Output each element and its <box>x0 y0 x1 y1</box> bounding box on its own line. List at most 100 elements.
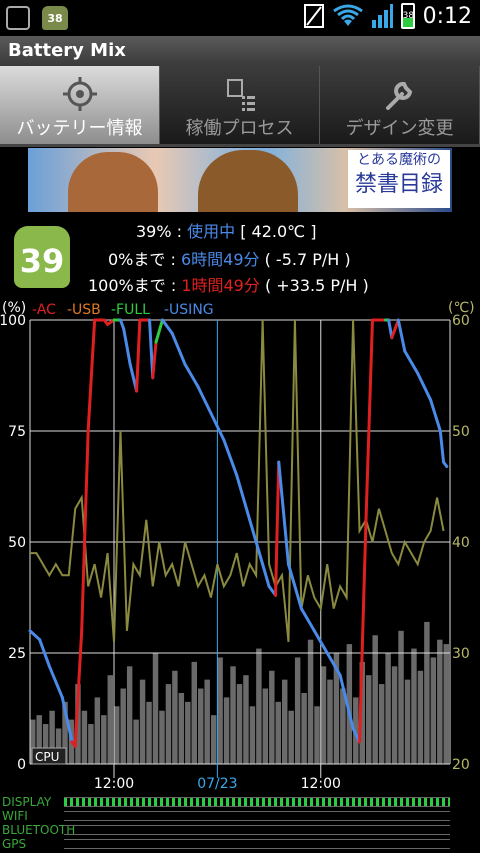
battery-using-segment <box>235 473 252 522</box>
cpu-bar <box>411 648 417 764</box>
cpu-bar <box>372 635 378 764</box>
legend-item: -FULL <box>111 302 150 318</box>
battery-ac-segment <box>135 318 142 393</box>
cpu-bar <box>391 666 398 764</box>
battery-using-segment <box>196 385 213 415</box>
status-bar: 38 38 0:12 <box>0 0 480 36</box>
title-bar: Battery Mix <box>0 36 480 66</box>
battery-using-segment <box>222 438 239 477</box>
cpu-bar <box>385 653 391 764</box>
battery-using-segment <box>160 318 174 335</box>
cpu-bar <box>165 684 172 764</box>
tab-bar: バッテリー情報 稼働プロセス デザイン変更 <box>0 66 480 147</box>
battery-level-line <box>28 318 449 748</box>
cpu-bars <box>30 621 449 764</box>
battery-using-segment <box>261 562 271 588</box>
cpu-bar <box>185 701 191 764</box>
cpu-bar <box>262 688 269 764</box>
battery-status-icon: 38 <box>400 3 415 29</box>
cpu-bar <box>217 657 223 764</box>
cpu-bar <box>178 692 185 764</box>
cpu-bar <box>133 719 139 764</box>
x-tick-label: 12:00 <box>94 776 134 792</box>
display-row-label: DISPLAY <box>2 795 52 809</box>
gps-row-label: GPS <box>2 837 27 851</box>
legend-item: -USB <box>67 302 101 318</box>
temp-tick-label: 40 <box>452 535 470 551</box>
battery-using-segment <box>442 460 449 469</box>
legend-item: -USING <box>164 302 214 318</box>
alarm-notification-icon <box>6 6 30 30</box>
wifi-row-label: WIFI <box>2 809 28 823</box>
banner-ad[interactable]: とある魔術の 禁書目録 <box>28 148 452 212</box>
cpu-bar <box>139 679 146 764</box>
cpu-bar <box>120 688 126 764</box>
sim-icon <box>303 4 324 28</box>
cpu-bar <box>236 684 243 764</box>
tab-battery-info[interactable]: バッテリー情報 <box>0 66 160 144</box>
gps-activity-bar <box>64 839 450 849</box>
cpu-bar <box>152 653 159 764</box>
battery-using-segment <box>28 629 42 642</box>
cpu-bar <box>366 675 372 764</box>
battery-ac-segment <box>80 429 90 633</box>
battery-info-panel: 39 39% : 使用中 [ 42.0℃ ] 0%まで : 6時間49分 ( -… <box>0 218 480 298</box>
signal-icon <box>371 4 393 28</box>
battery-using-segment <box>396 318 407 353</box>
temp-tick-label: 50 <box>452 424 470 440</box>
time-to-full-line: 100%まで : 1時間49分 ( +33.5 P/H ) <box>88 276 369 295</box>
cpu-bar <box>198 688 204 764</box>
cpu-bar <box>404 679 411 764</box>
battery-using-segment <box>416 371 433 402</box>
battery-ac-segment <box>274 460 281 597</box>
cpu-bar <box>301 692 307 764</box>
x-tick-label: 07/23 <box>197 776 237 792</box>
battery-using-segment <box>429 398 442 433</box>
cpu-bar <box>378 684 385 764</box>
battery-using-segment <box>299 607 316 633</box>
y-tick-label: 50 <box>8 535 26 551</box>
cpu-bar <box>126 666 133 764</box>
cpu-bar <box>114 706 120 764</box>
legend-item: -AC <box>32 302 56 318</box>
cpu-bar <box>320 666 327 764</box>
cpu-bar <box>314 706 320 764</box>
cpu-bar <box>327 679 333 764</box>
cpu-bar <box>443 644 449 764</box>
cpu-bar <box>282 679 288 764</box>
bluetooth-activity-bar <box>64 825 450 835</box>
cpu-bar <box>94 697 101 764</box>
y-tick-label: 0 <box>17 757 26 773</box>
battery-level-badge: 39 <box>14 226 70 288</box>
battery-using-segment <box>122 327 132 366</box>
cpu-bar <box>230 666 236 764</box>
tab-design-change[interactable]: デザイン変更 <box>320 66 480 144</box>
cpu-bar <box>249 706 256 764</box>
cpu-bar <box>191 661 197 764</box>
battery-history-chart[interactable]: (%) (℃)-AC -USB -FULL -USING1007550250605040… <box>0 298 480 793</box>
battery-using-segment <box>403 349 420 375</box>
battery-status-line: 39% : 使用中 [ 42.0℃ ] <box>136 222 317 241</box>
cpu-bar <box>256 648 262 764</box>
cpu-label: CPU <box>35 750 59 764</box>
app-title: Battery Mix <box>8 40 126 61</box>
time-to-empty-line: 0%まで : 6時間49分 ( -5.7 P/H ) <box>108 250 351 269</box>
cpu-bar <box>243 675 249 764</box>
cpu-bar <box>417 670 424 764</box>
cpu-bar <box>101 715 107 764</box>
temp-tick-label: 20 <box>452 757 470 773</box>
wifi-icon <box>332 4 363 26</box>
cpu-bar <box>146 701 152 764</box>
cpu-bar <box>88 724 94 764</box>
y-tick-label: 100 <box>0 313 26 329</box>
banner-logo: とある魔術の 禁書目録 <box>348 150 450 208</box>
battery-ac-segment <box>86 318 97 433</box>
process-list-icon <box>226 79 255 111</box>
cpu-bar <box>398 630 404 764</box>
battery-using-segment <box>438 429 446 464</box>
banner-character-image <box>198 150 298 212</box>
battery-mix-notification-icon: 38 <box>42 6 68 30</box>
target-icon <box>62 77 97 111</box>
y-tick-label: 25 <box>8 646 26 662</box>
tab-running-processes[interactable]: 稼働プロセス <box>160 66 320 144</box>
